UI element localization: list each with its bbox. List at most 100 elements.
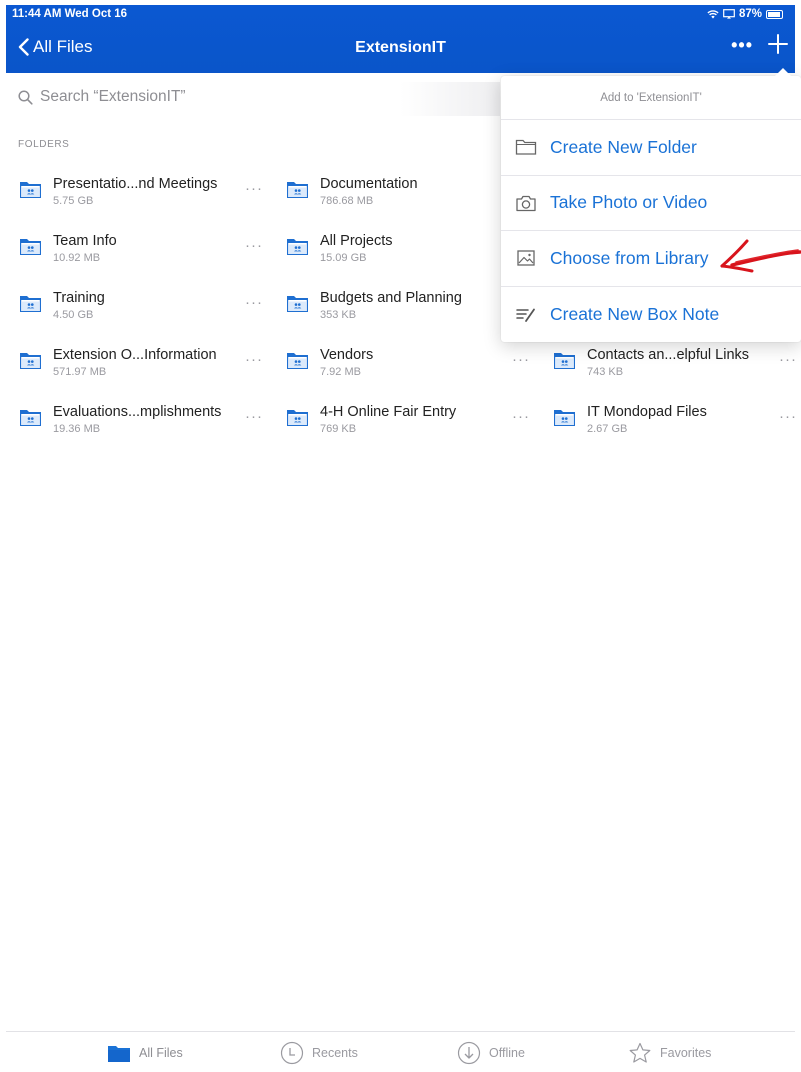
folder-size: 10.92 MB [53, 252, 101, 264]
search-fade [400, 82, 500, 116]
folder-name: Training [53, 290, 105, 306]
folder-name: Contacts an...elpful Links [587, 347, 750, 363]
folder-more-button[interactable]: ··· [779, 408, 797, 425]
folder-size: 15.09 GB [320, 252, 367, 264]
bottom-tab-bar: All Files Recents Offline Favorites [6, 1031, 795, 1072]
folder-name: Team Info [53, 233, 117, 249]
folder-size: 743 KB [587, 366, 624, 378]
menu-item-take-photo-or-video[interactable]: Take Photo or Video [501, 176, 801, 231]
menu-item-create-new-folder[interactable]: Create New Folder [501, 120, 801, 176]
clock-icon [280, 1041, 304, 1064]
folder-more-button[interactable]: ··· [245, 294, 263, 311]
status-right: 87% [707, 8, 783, 20]
folder-more-button[interactable]: ··· [779, 351, 797, 368]
add-button[interactable] [767, 33, 789, 55]
shared-folder-icon [287, 239, 308, 255]
folder-more-button[interactable]: ··· [245, 351, 263, 368]
folder-size: 786.68 MB [320, 195, 374, 207]
folder-item[interactable]: Presentatio...nd Meetings 5.75 GB ··· [19, 176, 269, 216]
folder-item[interactable]: Budgets and Planning 353 KB [286, 290, 536, 330]
tab-offline[interactable]: Offline [457, 1032, 525, 1072]
folder-filled-icon [108, 1045, 130, 1062]
folder-size: 353 KB [320, 309, 357, 321]
tab-label: Offline [489, 1045, 525, 1060]
folder-more-button[interactable]: ··· [245, 408, 263, 425]
tab-all-files[interactable]: All Files [107, 1032, 183, 1072]
popover-arrow [774, 68, 792, 77]
folder-item[interactable]: IT Mondopad Files 2.67 GB ··· [553, 404, 801, 444]
tab-label: Favorites [660, 1045, 712, 1060]
shared-folder-icon [20, 239, 41, 255]
folder-item[interactable]: 4-H Online Fair Entry 769 KB ··· [286, 404, 536, 444]
folder-name: Vendors [320, 347, 374, 363]
folder-name: Documentation [320, 176, 418, 192]
folder-size: 19.36 MB [53, 423, 101, 435]
chevron-left-icon [18, 38, 29, 56]
shared-folder-icon [554, 353, 575, 369]
shared-folder-icon [20, 296, 41, 312]
shared-folder-icon [554, 410, 575, 426]
top-nav-bar: 11:44 AM Wed Oct 16 87% All Files Extens… [6, 5, 795, 73]
section-label-folders: FOLDERS [18, 139, 70, 150]
wifi-icon [707, 10, 719, 19]
status-bar: 11:44 AM Wed Oct 16 87% [6, 5, 795, 25]
folder-item[interactable]: Team Info 10.92 MB ··· [19, 233, 269, 273]
menu-item-label: Create New Box Note [550, 303, 720, 324]
page-title: ExtensionIT [355, 39, 446, 56]
folder-size: 7.92 MB [320, 366, 361, 378]
shared-folder-icon [287, 296, 308, 312]
folder-more-button[interactable]: ··· [245, 237, 263, 254]
popover-header: Add to 'ExtensionIT' [501, 76, 801, 120]
menu-item-label: Take Photo or Video [550, 192, 708, 213]
add-menu-popover: Add to 'ExtensionIT' Create New Folder T… [501, 68, 801, 343]
folder-item[interactable]: Training 4.50 GB ··· [19, 290, 269, 330]
note-pen-icon [516, 308, 535, 323]
shared-folder-icon [287, 182, 308, 198]
folder-size: 2.67 GB [587, 423, 628, 435]
search-icon [18, 89, 33, 105]
folder-item[interactable]: Vendors 7.92 MB ··· [286, 347, 536, 387]
menu-item-create-new-box-note[interactable]: Create New Box Note [501, 287, 801, 343]
folder-more-button[interactable]: ··· [245, 180, 263, 197]
folder-more-button[interactable]: ··· [512, 351, 530, 368]
folder-item[interactable]: All Projects 15.09 GB [286, 233, 536, 273]
tab-label: Recents [312, 1045, 358, 1060]
folder-size: 4.50 GB [53, 309, 94, 321]
more-options-button[interactable]: ••• [731, 35, 753, 56]
back-label: All Files [33, 37, 93, 56]
star-icon [629, 1042, 651, 1063]
image-icon [517, 250, 535, 266]
menu-item-label: Choose from Library [550, 247, 709, 268]
tab-favorites[interactable]: Favorites [628, 1032, 711, 1072]
folder-item[interactable]: Extension O...Information 571.97 MB ··· [19, 347, 269, 387]
shared-folder-icon [287, 353, 308, 369]
battery-icon [766, 9, 783, 19]
folder-name: Budgets and Planning [320, 290, 462, 306]
red-annotation-arrow-icon [720, 239, 801, 273]
tab-label: All Files [139, 1045, 183, 1060]
folder-item[interactable]: Documentation 786.68 MB [286, 176, 536, 216]
folder-more-button[interactable]: ··· [512, 408, 530, 425]
folder-size: 769 KB [320, 423, 357, 435]
folder-name: IT Mondopad Files [587, 404, 707, 420]
battery-percent: 87% [738, 8, 762, 20]
folder-name: Evaluations...mplishments [53, 404, 222, 420]
back-button[interactable]: All Files [18, 37, 93, 57]
folder-size: 571.97 MB [53, 366, 107, 378]
shared-folder-icon [287, 410, 308, 426]
screen-mirroring-icon [723, 9, 735, 19]
status-time: 11:44 AM Wed Oct 16 [12, 8, 128, 20]
shared-folder-icon [20, 182, 41, 198]
folder-name: Presentatio...nd Meetings [53, 176, 218, 192]
folder-name: 4-H Online Fair Entry [320, 404, 457, 420]
folder-outline-icon [515, 140, 537, 155]
tab-recents[interactable]: Recents [280, 1032, 358, 1072]
search-placeholder: Search “ExtensionIT” [40, 88, 186, 105]
search-field[interactable]: Search “ExtensionIT” [18, 88, 186, 106]
folder-item[interactable]: Contacts an...elpful Links 743 KB ··· [553, 347, 801, 387]
download-circle-icon [457, 1041, 481, 1064]
folder-size: 5.75 GB [53, 195, 94, 207]
menu-item-label: Create New Folder [550, 136, 697, 157]
folder-name: Extension O...Information [53, 347, 217, 363]
folder-item[interactable]: Evaluations...mplishments 19.36 MB ··· [19, 404, 269, 444]
